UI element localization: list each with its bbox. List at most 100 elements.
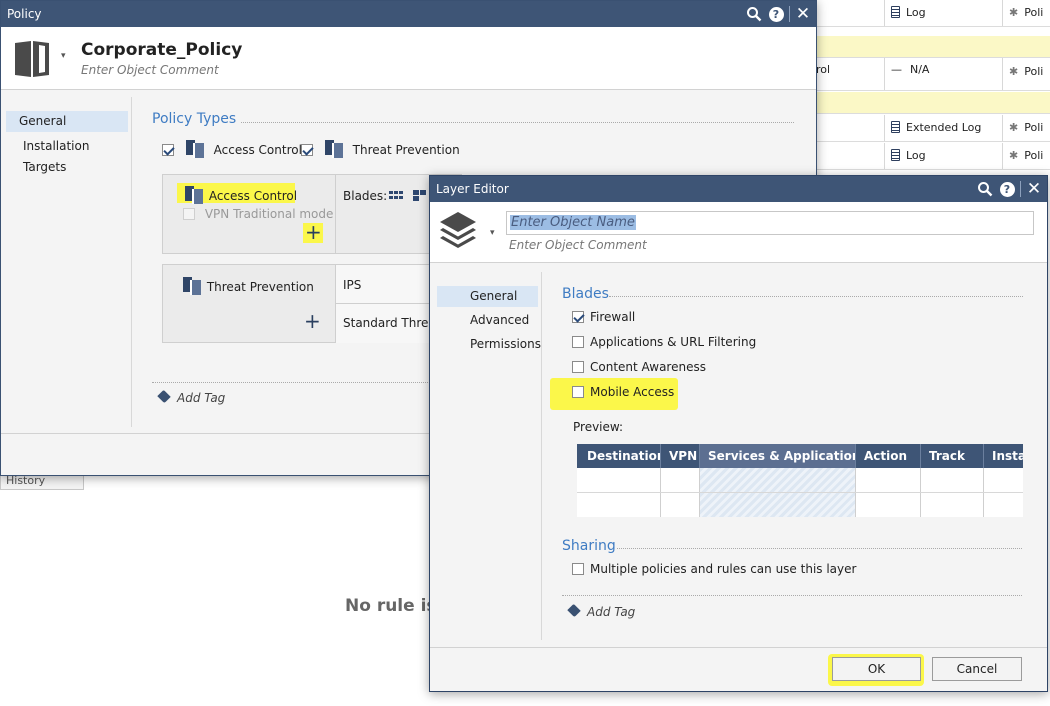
track-text: Extended Log — [906, 121, 982, 134]
vpn-traditional-mode[interactable]: VPN Traditional mode — [183, 207, 333, 221]
help-icon[interactable]: ? — [765, 3, 787, 25]
policy-comment-field[interactable]: Enter Object Comment — [81, 63, 219, 77]
asterisk-icon: ✱ — [1009, 6, 1019, 19]
table-row[interactable]: Log ✱ Poli — [816, 0, 1050, 27]
preview-label: Preview: — [573, 420, 624, 434]
preview-body — [577, 468, 1023, 517]
cancel-button[interactable]: Cancel — [932, 657, 1022, 681]
nav-item-general[interactable]: General — [6, 111, 128, 132]
dash-icon: — — [891, 63, 902, 76]
layer-standard-threat[interactable]: Standard Threat — [343, 316, 440, 330]
nav-divider — [131, 97, 132, 427]
chevron-down-icon[interactable]: ▾ — [61, 51, 66, 61]
preview-col-destination: Destination — [577, 444, 661, 468]
sharing-checkbox[interactable] — [572, 563, 584, 575]
install-text: Poli — [1024, 65, 1044, 78]
type-access-control[interactable]: Access Control — [162, 139, 302, 159]
policy-header: ▾ Corporate_Policy Enter Object Comment — [1, 27, 816, 89]
blade-content-awareness[interactable]: Content Awareness — [572, 360, 706, 374]
track-text: Log — [906, 6, 926, 19]
section-title-sharing: Sharing — [562, 538, 616, 554]
help-icon[interactable]: ? — [996, 178, 1018, 200]
window-title: Layer Editor — [436, 182, 509, 196]
action-text: rol — [816, 63, 831, 76]
track-text: N/A — [910, 63, 930, 76]
install-cell: ✱ Poli — [1002, 143, 1050, 169]
nav-item-general[interactable]: General — [437, 286, 538, 307]
vpn-traditional-checkbox[interactable] — [183, 208, 195, 220]
table-row[interactable]: Log ✱ Poli — [816, 143, 1050, 170]
nav-item-installation-targets[interactable]: Installation Targets — [6, 136, 128, 174]
preview-header: Destination VPN Services & Applications … — [577, 444, 1023, 468]
install-cell: ✱ Poli — [1002, 58, 1050, 90]
asterisk-icon: ✱ — [1009, 149, 1019, 162]
section-band — [816, 36, 1050, 58]
nav-item-advanced[interactable]: Advanced — [437, 310, 538, 331]
blade-mobile-access[interactable]: Mobile Access — [572, 385, 674, 399]
close-icon[interactable]: ✕ — [1023, 178, 1045, 200]
ok-button[interactable]: OK — [832, 657, 921, 681]
divider — [335, 175, 336, 254]
section-title-blades: Blades — [562, 286, 609, 302]
threat-prevention-layer-label: Threat Prevention — [206, 280, 314, 294]
divider — [609, 296, 1023, 297]
chevron-down-icon[interactable]: ▾ — [490, 228, 495, 238]
threat-prevention-layer[interactable]: Threat Prevention — [181, 276, 314, 296]
access-control-label: Access Control — [213, 143, 302, 157]
content-awareness-checkbox[interactable] — [572, 361, 584, 373]
access-control-layer-label: Access Control — [208, 189, 298, 203]
object-name-field[interactable]: Enter Object Name — [506, 211, 1034, 235]
preview-col-action: Action — [856, 444, 921, 468]
add-tag-link[interactable]: Add Tag — [157, 389, 225, 405]
blade-app-url-filtering[interactable]: Applications & URL Filtering — [572, 335, 756, 349]
mobile-access-checkbox[interactable] — [572, 386, 584, 398]
add-layer-button[interactable]: + — [305, 221, 322, 243]
layer-editor-titlebar[interactable]: Layer Editor ? ✕ — [430, 176, 1047, 202]
sharing-label: Multiple policies and rules can use this… — [590, 562, 857, 576]
nav-item-permissions[interactable]: Permissions — [437, 334, 541, 355]
layer-comment-field[interactable]: Enter Object Comment — [509, 238, 647, 252]
install-text: Poli — [1024, 121, 1044, 134]
threat-prevention-label: Threat Prevention — [352, 143, 460, 157]
table-row[interactable]: rol — N/A ✱ Poli — [816, 58, 1050, 91]
track-cell: Log — [884, 0, 1002, 26]
section-band — [816, 92, 1050, 114]
threat-prevention-icon — [323, 139, 345, 159]
policy-titlebar[interactable]: Policy ? ✕ — [1, 1, 816, 27]
action-cell: rol — [816, 58, 884, 90]
firewall-checkbox[interactable] — [572, 311, 584, 323]
preview-table: Destination VPN Services & Applications … — [577, 444, 1023, 517]
access-control-icon — [184, 139, 206, 159]
divider — [617, 548, 1022, 549]
app-url-checkbox[interactable] — [572, 336, 584, 348]
layers-icon — [438, 210, 478, 253]
log-icon — [891, 121, 900, 133]
search-icon[interactable] — [743, 3, 765, 25]
access-control-layer-icon — [183, 185, 203, 205]
policy-name[interactable]: Corporate_Policy — [81, 40, 242, 60]
asterisk-icon: ✱ — [1009, 121, 1019, 134]
access-control-layer[interactable]: Access Control — [183, 185, 297, 205]
access-control-checkbox[interactable] — [162, 144, 174, 156]
history-tab[interactable]: History — [0, 474, 84, 490]
install-text: Poli — [1024, 149, 1044, 162]
search-icon[interactable] — [974, 178, 996, 200]
preview-col-track: Track — [921, 444, 984, 468]
add-tag-link[interactable]: Add Tag — [567, 603, 635, 619]
tag-icon — [157, 389, 171, 404]
threat-prevention-checkbox[interactable] — [301, 144, 313, 156]
install-cell: ✱ Poli — [1002, 115, 1050, 141]
table-row[interactable]: Extended Log ✱ Poli — [816, 115, 1050, 142]
layer-ips[interactable]: IPS — [343, 278, 361, 292]
blade-firewall[interactable]: Firewall — [572, 310, 635, 324]
log-icon — [891, 6, 900, 18]
mobile-access-label: Mobile Access — [590, 385, 675, 399]
sharing-option[interactable]: Multiple policies and rules can use this… — [572, 562, 856, 576]
install-text: Poli — [1024, 6, 1044, 19]
threat-prevention-layer-icon — [181, 276, 201, 296]
type-threat-prevention[interactable]: Threat Prevention — [301, 139, 460, 159]
track-cell: — N/A — [884, 58, 1002, 90]
close-icon[interactable]: ✕ — [792, 3, 814, 25]
add-threat-layer-button[interactable]: + — [304, 310, 321, 332]
blades-label: Blades: — [343, 189, 388, 203]
